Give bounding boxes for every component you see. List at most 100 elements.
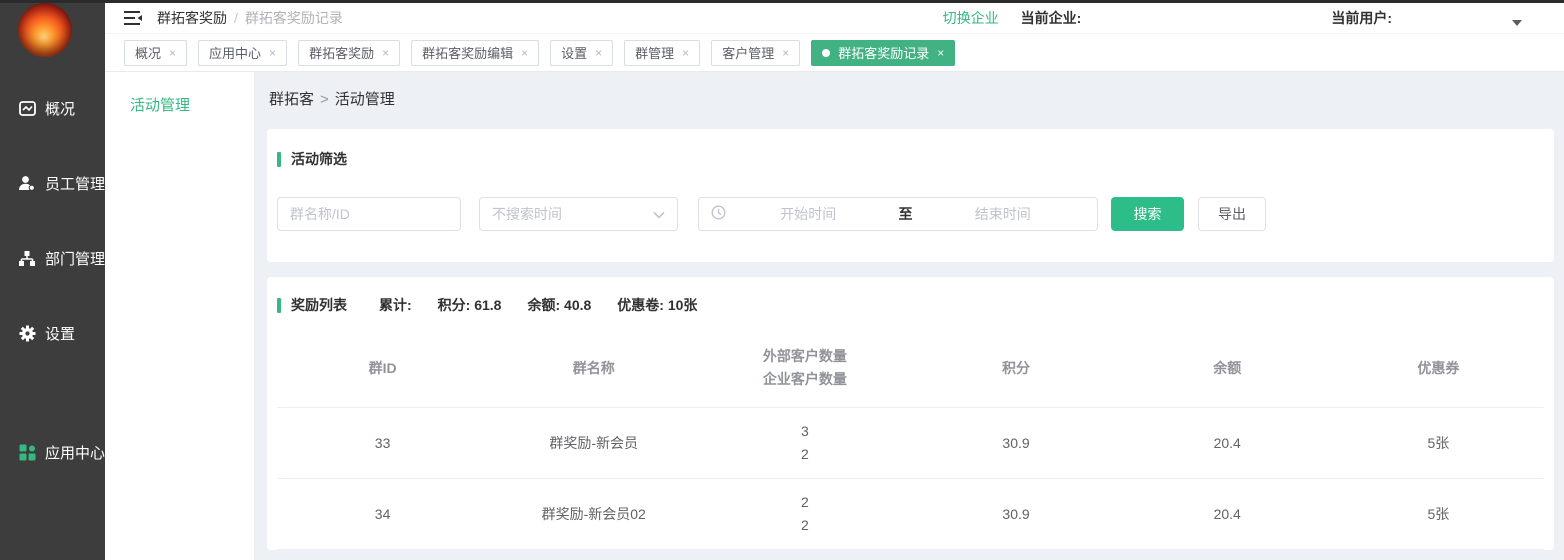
- tab-close-icon[interactable]: ×: [382, 46, 389, 60]
- tab-close-icon[interactable]: ×: [169, 46, 176, 60]
- cell-ent-count: 2: [699, 443, 910, 466]
- sidebar-item-label: 员工管理: [45, 173, 105, 194]
- tab-group-management[interactable]: 群管理 ×: [624, 40, 700, 66]
- user-menu-caret-icon[interactable]: [1512, 20, 1522, 26]
- tab-group-reward-record-active[interactable]: 群拓客奖励记录 ×: [811, 40, 955, 66]
- group-name-id-input[interactable]: [277, 197, 461, 231]
- col-header-group-name: 群名称: [488, 331, 699, 408]
- table-row[interactable]: 33 群奖励-新会员 3 2 30.9 20.4 5张: [277, 408, 1544, 479]
- export-button[interactable]: 导出: [1198, 197, 1266, 231]
- cell-customer-counts: 2 2: [699, 479, 910, 550]
- tab-close-icon[interactable]: ×: [937, 46, 944, 60]
- switch-enterprise-link[interactable]: 切换企业: [943, 8, 999, 28]
- tab-label: 概况: [135, 43, 161, 62]
- clock-icon: [711, 205, 726, 223]
- collapse-menu-icon[interactable]: [123, 8, 143, 28]
- filter-title-text: 活动筛选: [291, 149, 347, 169]
- tab-close-icon[interactable]: ×: [782, 46, 789, 60]
- rewards-title-text: 奖励列表: [291, 295, 347, 315]
- open-tabs-bar: 概况 × 应用中心 × 群拓客奖励 × 群拓客奖励编辑 × 设置 × 群管理 × 客户管理×…: [105, 34, 1564, 72]
- top-header: 群拓客奖励 / 群拓客奖励记录 切换企业 当前企业: 当前用户:: [105, 3, 1564, 34]
- cell-coupon: 5张: [1333, 408, 1544, 479]
- rewards-section-title: 奖励列表 累计: 积分: 61.8 余额: 40.8 优惠卷: 10张: [277, 295, 1544, 315]
- tab-app-center[interactable]: 应用中心 ×: [198, 40, 287, 66]
- cell-balance: 20.4: [1122, 408, 1333, 479]
- col-header-balance: 余额: [1122, 331, 1333, 408]
- tab-overview[interactable]: 概况 ×: [124, 40, 187, 66]
- tab-close-icon[interactable]: ×: [682, 46, 689, 60]
- date-range-separator: 至: [891, 204, 921, 224]
- tab-label: 群拓客奖励: [309, 43, 374, 62]
- content-breadcrumb: 群拓客>活动管理: [255, 72, 1564, 109]
- content-breadcrumb-separator: >: [320, 91, 329, 108]
- submenu-item-activity-management[interactable]: 活动管理: [105, 72, 254, 115]
- rewards-summary: 累计: 积分: 61.8 余额: 40.8 优惠卷: 10张: [379, 295, 697, 315]
- cell-balance: 20.4: [1122, 479, 1333, 550]
- tab-group-reward[interactable]: 群拓客奖励 ×: [298, 40, 400, 66]
- col-header-customer-counts: 外部客户数量 企业客户数量: [699, 331, 910, 408]
- filter-controls-row: 不搜索时间 开始时间 至 结束时间 搜索 导出: [277, 197, 1544, 231]
- breadcrumb-current: 群拓客奖励记录: [245, 10, 343, 26]
- header-right: 切换企业 当前企业: 当前用户:: [943, 8, 1564, 28]
- activity-filter-card: 活动筛选 不搜索时间 开始时间 至 结束时间 搜索 导出: [267, 129, 1554, 262]
- start-time-placeholder[interactable]: 开始时间: [726, 204, 891, 224]
- section-accent-bar: [277, 152, 281, 167]
- sidebar-item-label: 应用中心: [45, 442, 105, 463]
- tab-label: 群拓客奖励编辑: [422, 43, 513, 62]
- breadcrumb-separator: /: [234, 10, 238, 26]
- current-user-label: 当前用户:: [1331, 8, 1392, 28]
- sidebar-item-overview[interactable]: 概况: [0, 80, 105, 137]
- tab-label: 设置: [561, 43, 587, 62]
- cell-group-name: 群奖励-新会员02: [488, 479, 699, 550]
- time-search-select[interactable]: 不搜索时间: [479, 197, 678, 231]
- app-center-grid-icon: [18, 444, 36, 462]
- primary-sidebar: 概况 员工管理 部门管理: [0, 0, 105, 560]
- date-range-picker[interactable]: 开始时间 至 结束时间: [698, 197, 1098, 231]
- tab-close-icon[interactable]: ×: [595, 46, 602, 60]
- tab-close-icon[interactable]: ×: [269, 46, 276, 60]
- employees-icon: [18, 175, 36, 193]
- col-header-ext-customers: 外部客户数量: [699, 345, 910, 368]
- table-row[interactable]: 34 群奖励-新会员02 2 2 30.9 20.4 5张: [277, 479, 1544, 550]
- tab-label: 群拓客奖励记录: [838, 43, 929, 62]
- sidebar-item-settings[interactable]: 设置: [0, 305, 105, 362]
- tab-settings[interactable]: 设置 ×: [550, 40, 613, 66]
- filter-section-title: 活动筛选: [277, 149, 1544, 169]
- reward-list-card: 奖励列表 累计: 积分: 61.8 余额: 40.8 优惠卷: 10张 群ID …: [267, 277, 1554, 550]
- cell-points: 30.9: [910, 408, 1121, 479]
- col-header-points: 积分: [910, 331, 1121, 408]
- time-search-select-value: 不搜索时间: [492, 204, 562, 224]
- summary-label: 累计:: [379, 295, 412, 315]
- reward-table-header-row: 群ID 群名称 外部客户数量 企业客户数量 积分 余额 优惠券: [277, 331, 1544, 408]
- departments-icon: [18, 250, 36, 268]
- tab-label: 应用中心: [209, 43, 261, 62]
- sidebar-item-app-center[interactable]: 应用中心: [0, 424, 105, 481]
- summary-coupons-total: 优惠卷: 10张: [617, 295, 697, 315]
- current-enterprise-label: 当前企业:: [1021, 8, 1082, 28]
- sidebar-item-departments[interactable]: 部门管理: [0, 230, 105, 287]
- breadcrumb-parent[interactable]: 群拓客奖励: [157, 10, 227, 26]
- search-button[interactable]: 搜索: [1111, 197, 1184, 231]
- sidebar-item-label: 概况: [45, 98, 75, 119]
- main-content: 群拓客>活动管理 活动筛选 不搜索时间 开始时间 至 结束时间: [255, 72, 1564, 560]
- end-time-placeholder[interactable]: 结束时间: [921, 204, 1086, 224]
- settings-gear-icon: [18, 325, 36, 343]
- tab-close-icon[interactable]: ×: [521, 46, 528, 60]
- browser-edge-strip: [0, 0, 1564, 3]
- cell-coupon: 5张: [1333, 479, 1544, 550]
- secondary-sidebar: 活动管理: [105, 72, 255, 560]
- section-accent-bar: [277, 298, 281, 313]
- tab-group-reward-edit[interactable]: 群拓客奖励编辑 ×: [411, 40, 539, 66]
- active-tab-dot-icon: [822, 49, 830, 57]
- tab-label: 群管理: [635, 43, 674, 62]
- tab-customer-management[interactable]: 客户管理×: [711, 40, 800, 66]
- cell-group-id: 34: [277, 479, 488, 550]
- company-avatar[interactable]: [18, 3, 72, 57]
- sidebar-menu: 概况 员工管理 部门管理: [0, 80, 105, 499]
- cell-ext-count: 3: [699, 420, 910, 443]
- overview-chart-icon: [18, 100, 36, 118]
- sidebar-item-employees[interactable]: 员工管理: [0, 155, 105, 212]
- col-header-group-id: 群ID: [277, 331, 488, 408]
- cell-group-id: 33: [277, 408, 488, 479]
- cell-ent-count: 2: [699, 514, 910, 537]
